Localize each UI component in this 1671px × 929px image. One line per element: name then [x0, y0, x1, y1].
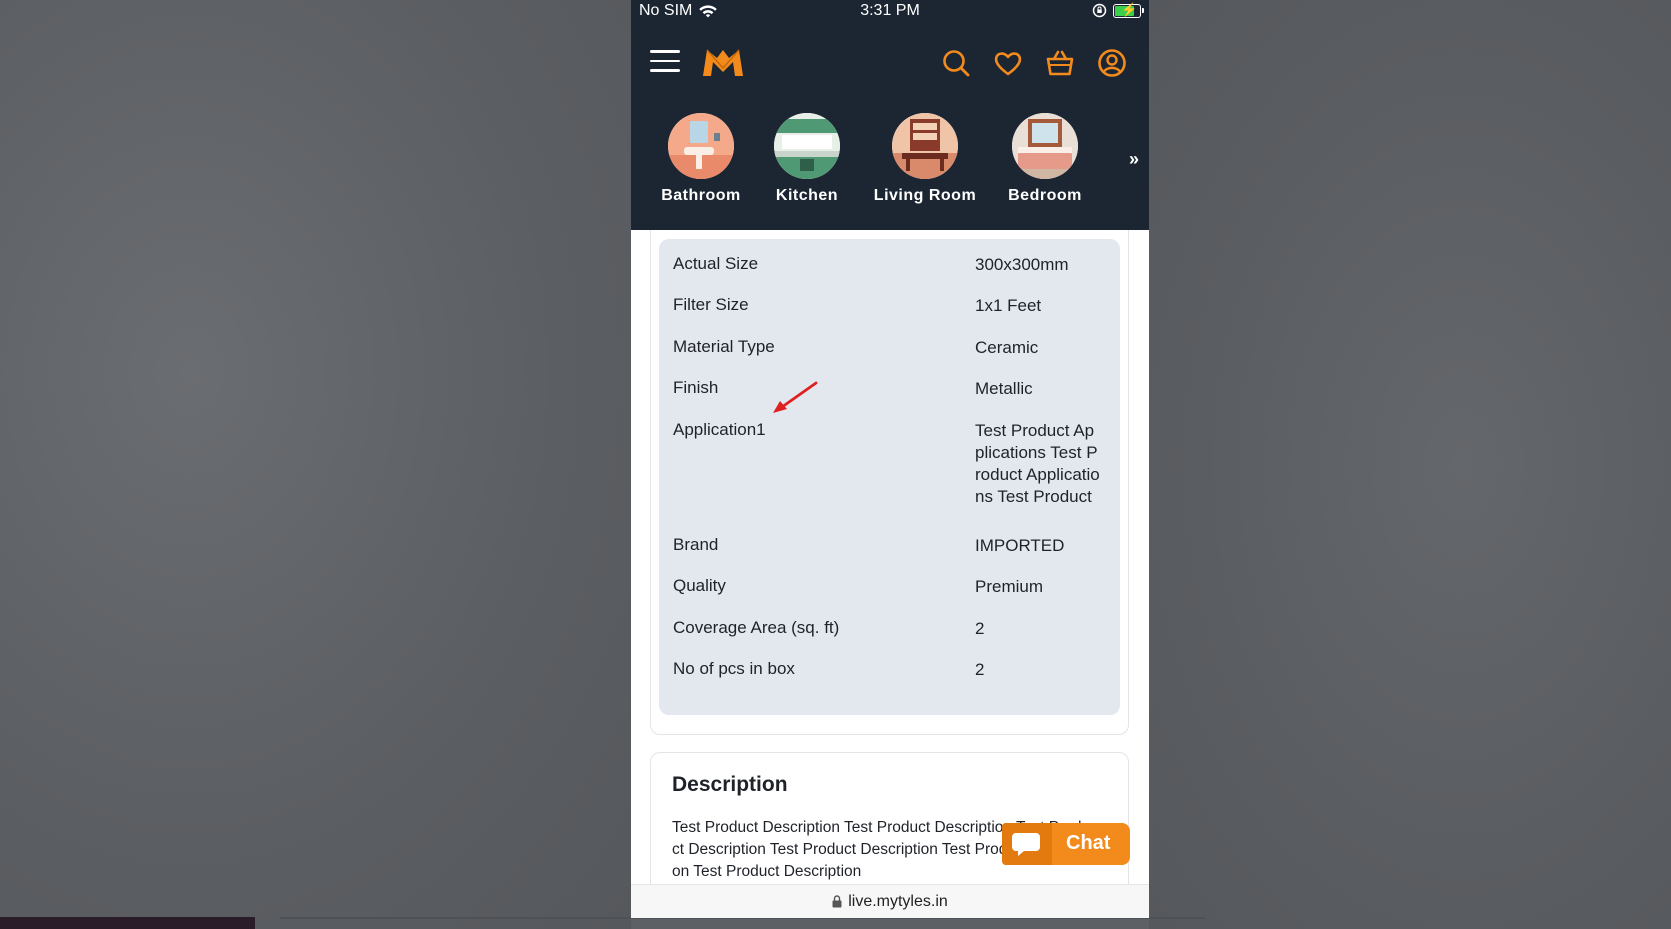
spec-key: Application1: [673, 420, 766, 439]
category-label: Bathroom: [661, 187, 741, 204]
status-bar: No SIM 3:31 PM ⚡: [631, 0, 1149, 24]
category-kitchen[interactable]: Kitchen: [766, 113, 848, 205]
background-taskbar-fragment: [0, 917, 255, 929]
kitchen-image: [774, 113, 840, 179]
spec-key: Brand: [673, 535, 719, 554]
user-icon[interactable]: [1097, 48, 1127, 78]
category-label: Living Room: [873, 187, 977, 204]
status-right: ⚡: [1092, 2, 1144, 18]
spec-key: Quality: [673, 576, 726, 595]
rotation-lock-icon: [1092, 3, 1107, 18]
url-text: live.mytyles.in: [848, 893, 948, 910]
spec-value: Test Product Applications Test Product A…: [975, 421, 1100, 506]
description-title: Description: [672, 773, 788, 796]
header-actions: [941, 48, 1127, 78]
spec-value: Premium: [975, 577, 1044, 596]
search-icon[interactable]: [941, 48, 971, 78]
spec-value: 2: [975, 660, 985, 679]
battery-icon: ⚡: [1113, 2, 1144, 18]
status-time: 3:31 PM: [860, 2, 920, 19]
heart-icon[interactable]: [993, 48, 1023, 78]
living-room-image: [892, 113, 958, 179]
category-bedroom[interactable]: Bedroom: [1003, 113, 1087, 205]
spec-value: Metallic: [975, 379, 1033, 398]
category-label: Bedroom: [1008, 187, 1082, 204]
chat-icon: [1002, 823, 1052, 865]
spec-key: Filter Size: [673, 295, 749, 314]
url-bar[interactable]: live.mytyles.in: [631, 884, 1149, 918]
menu-icon[interactable]: [650, 50, 680, 72]
category-living-room[interactable]: Living Room: [870, 113, 980, 205]
chat-button[interactable]: Chat: [1002, 823, 1130, 865]
brand-logo[interactable]: [701, 46, 745, 83]
spec-value: 2: [975, 619, 985, 638]
category-bar: Bathroom Kitchen Living Room Bedroom »: [631, 103, 1149, 230]
bathroom-image: [668, 113, 734, 179]
header-nav: [631, 24, 1149, 103]
lock-icon: [832, 895, 842, 908]
background-left: [0, 0, 631, 929]
spec-key: No of pcs in box: [673, 659, 795, 678]
bedroom-image: [1012, 113, 1078, 179]
background-right: [1149, 0, 1671, 929]
spec-value: 1x1 Feet: [975, 296, 1042, 315]
phone-screen: No SIM 3:31 PM ⚡ Bathroom Kitchen Living…: [631, 0, 1149, 918]
spec-key: Coverage Area (sq. ft): [673, 618, 840, 637]
spec-value: 300x300mm: [975, 255, 1069, 274]
chat-label: Chat: [1066, 832, 1111, 854]
spec-key: Finish: [673, 378, 719, 397]
spec-value: Ceramic: [975, 338, 1039, 357]
annotation-arrow-icon: [773, 381, 818, 413]
category-label: Kitchen: [775, 187, 839, 204]
category-bathroom[interactable]: Bathroom: [657, 113, 745, 205]
spec-value: IMPORTED: [975, 536, 1065, 555]
categories-next-button[interactable]: »: [1129, 149, 1139, 170]
basket-icon[interactable]: [1045, 48, 1075, 78]
spec-key: Material Type: [673, 337, 775, 356]
spec-key: Actual Size: [673, 254, 759, 273]
